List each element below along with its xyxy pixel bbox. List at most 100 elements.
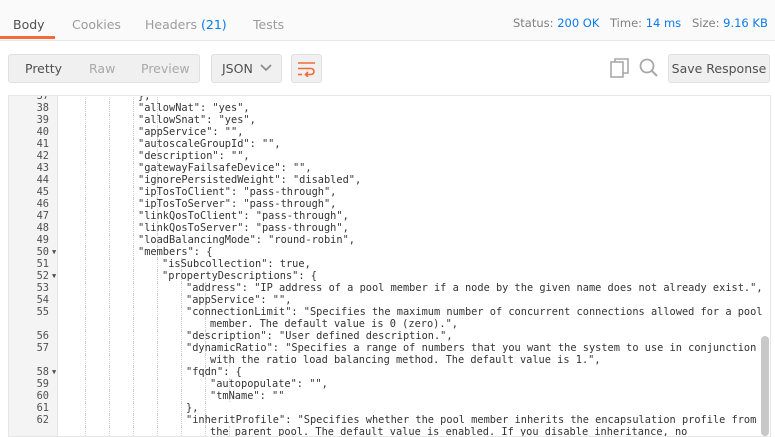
indent-guide <box>109 402 110 414</box>
indent-guide <box>85 402 86 414</box>
line-number: 62 <box>36 414 49 426</box>
indent-guide <box>181 318 182 330</box>
indent-guide <box>181 282 182 294</box>
mode-pretty[interactable]: Pretty <box>25 55 62 82</box>
indent-guide <box>85 114 86 126</box>
indent-guide <box>133 174 134 186</box>
line-number: 37 <box>36 95 49 102</box>
indent-guide <box>109 294 110 306</box>
code-line: 52 ▼ "propertyDescriptions": { <box>9 270 769 282</box>
indent-guide <box>85 246 86 258</box>
status-value[interactable]: 200 OK <box>557 16 599 30</box>
tab-body[interactable]: Body <box>13 17 45 32</box>
indent-guide <box>181 390 182 402</box>
code-text: member. The default value is 0 (zero).", <box>210 318 458 330</box>
time-value[interactable]: 14 ms <box>646 16 681 30</box>
fold-toggle-icon[interactable]: ▼ <box>52 366 56 378</box>
line-number: 43 <box>36 162 49 174</box>
format-value: JSON <box>222 61 253 76</box>
code-text: "description": "User defined description… <box>186 330 453 342</box>
code-text: "loadBalancingMode": "round-robin", <box>138 234 355 246</box>
indent-guide <box>109 354 110 366</box>
indent-guide <box>85 318 86 330</box>
line-number: 53 <box>36 282 49 294</box>
mode-raw[interactable]: Raw <box>89 55 115 82</box>
code-text: "gatewayFailsafeDevice": "", <box>138 162 312 174</box>
indent-guide <box>133 294 134 306</box>
line-number: 61 <box>36 402 49 414</box>
code-line: 53 "address": "IP address of a pool membe… <box>9 282 769 294</box>
tab-cookies[interactable]: Cookies <box>72 17 121 32</box>
code-line: 56 "description": "User defined descripti… <box>9 330 769 342</box>
indent-guide <box>85 354 86 366</box>
fold-toggle-icon[interactable]: ▼ <box>52 270 56 282</box>
code-text: "connectionLimit": "Specifies the maximu… <box>186 306 763 318</box>
fold-toggle-icon[interactable]: ▼ <box>52 246 56 258</box>
code-text: "autoscaleGroupId": "", <box>138 138 281 150</box>
scrollbar[interactable] <box>761 336 769 436</box>
size-value[interactable]: 9.16 KB <box>723 16 768 30</box>
indent-guide <box>133 162 134 174</box>
indent-guide <box>205 426 206 436</box>
wrap-lines-button[interactable] <box>291 54 322 83</box>
indent-guide <box>157 366 158 378</box>
code-text: "tmName": "" <box>210 390 285 402</box>
code-line: 41 "autoscaleGroupId": "", <box>9 138 769 150</box>
code-text: "ipTosToServer": "pass-through", <box>138 198 337 210</box>
code-line: 62 "inheritProfile": "Specifies whether t… <box>9 414 769 426</box>
indent-guide <box>157 342 158 354</box>
code-text: "autopopulate": "", <box>210 378 328 390</box>
indent-guide <box>133 150 134 162</box>
indent-guide <box>157 96 158 102</box>
format-dropdown[interactable]: JSON <box>211 54 282 83</box>
indent-guide <box>133 114 134 126</box>
indent-guide <box>133 96 134 102</box>
indent-guide <box>133 198 134 210</box>
indent-guide <box>205 402 206 414</box>
search-icon[interactable] <box>639 58 659 78</box>
indent-guide <box>109 366 110 378</box>
code-line: 42 "description": "", <box>9 150 769 162</box>
size-label: Size: <box>692 16 720 30</box>
code-text: }, <box>186 402 199 414</box>
code-line: 50 ▼ "members": { <box>9 246 769 258</box>
line-number: 40 <box>36 126 49 138</box>
code-line: 39 "allowSnat": "yes", <box>9 114 769 126</box>
code-line: 54 "appService": "", <box>9 294 769 306</box>
indent-guide <box>109 426 110 436</box>
indent-guide <box>85 426 86 436</box>
indent-guide <box>181 330 182 342</box>
indent-guide <box>181 354 182 366</box>
code-line: member. The default value is 0 (zero).", <box>9 318 769 330</box>
code-text: "allowSnat": "yes", <box>138 114 256 126</box>
indent-guide <box>85 138 86 150</box>
indent-guide <box>133 342 134 354</box>
response-body-editor[interactable]: 37}, 38 "allowNat": "yes", 39 "allowSnat": "… <box>8 95 771 437</box>
indent-guide <box>205 390 206 402</box>
code-line: 37}, <box>9 95 769 102</box>
save-response-button[interactable]: Save Response <box>668 54 770 83</box>
tab-headers-label: Headers <box>145 17 198 32</box>
indent-guide <box>157 306 158 318</box>
code-text: "appService": "", <box>138 126 244 138</box>
indent-guide <box>109 246 110 258</box>
indent-guide <box>109 414 110 426</box>
line-number: 42 <box>36 150 49 162</box>
indent-guide <box>157 318 158 330</box>
copy-icon[interactable] <box>610 58 630 79</box>
indent-guide <box>109 126 110 138</box>
line-number: 56 <box>36 330 49 342</box>
code-text: "ignorePersistedWeight": "disabled", <box>138 174 362 186</box>
tab-headers[interactable]: Headers (21) <box>145 17 227 32</box>
indent-guide <box>85 210 86 222</box>
indent-guide <box>109 210 110 222</box>
tab-tests[interactable]: Tests <box>253 17 284 32</box>
line-number: 54 <box>36 294 49 306</box>
indent-guide <box>157 402 158 414</box>
mode-preview[interactable]: Preview <box>141 55 190 82</box>
indent-guide <box>109 318 110 330</box>
code-line: 60 "tmName": "" <box>9 390 769 402</box>
indent-guide <box>85 270 86 282</box>
code-text: the parent pool. The default value is en… <box>210 426 688 437</box>
indent-guide <box>133 270 134 282</box>
